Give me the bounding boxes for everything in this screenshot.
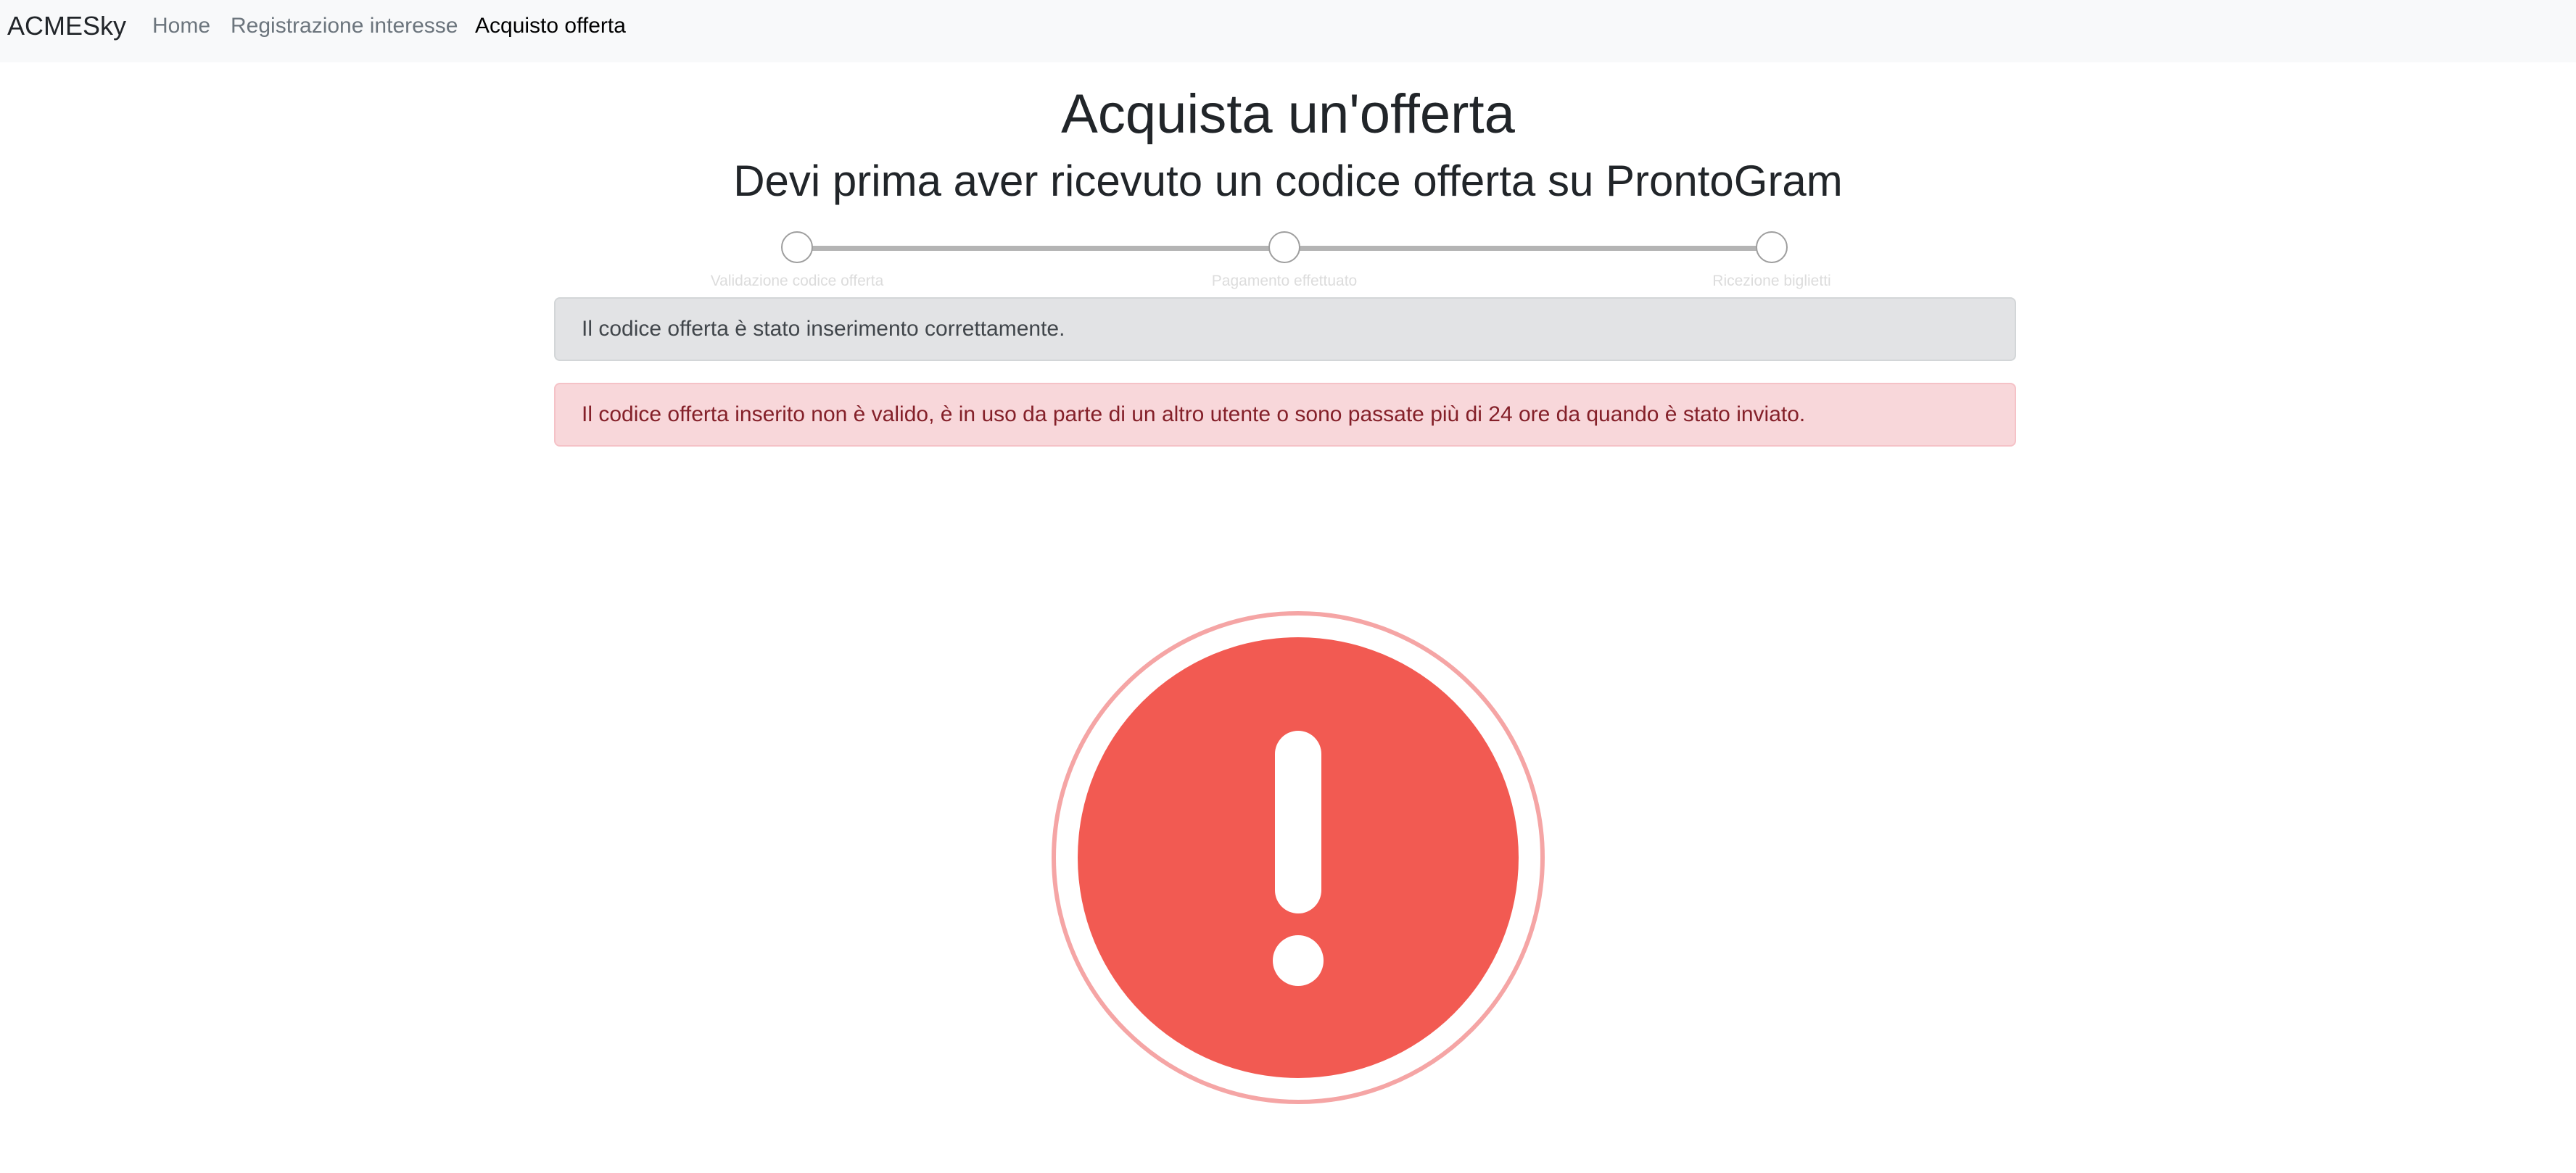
error-alert: Il codice offerta inserito non è valido,… [554, 383, 2016, 447]
exclamation-dot [1273, 935, 1324, 986]
stepper-connector [1284, 246, 1772, 251]
exclamation-icon [1052, 611, 1545, 1104]
exclamation-bar [1275, 731, 1321, 913]
info-alert: Il codice offerta è stato inserimento co… [554, 297, 2016, 361]
step-indicator-2 [1268, 231, 1300, 263]
nav-link-registrazione-interesse[interactable]: Registrazione interesse [231, 13, 458, 39]
page-subtitle: Devi prima aver ricevuto un codice offer… [733, 157, 1843, 205]
step-indicator-3 [1756, 231, 1788, 263]
step-label-ricezione: Ricezione biglietti [1712, 273, 1831, 289]
nav-link-acquisto-offerta[interactable]: Acquisto offerta [475, 13, 626, 39]
nav-link-home[interactable]: Home [152, 13, 210, 39]
step-indicator-1 [781, 231, 813, 263]
step-label-validazione: Validazione codice offerta [710, 273, 884, 289]
step-label-pagamento: Pagamento effettuato [1211, 273, 1358, 289]
stepper-connector [797, 246, 1284, 251]
brand-logo[interactable]: ACMESky [7, 10, 126, 42]
progress-stepper: Validazione codice offerta Pagamento eff… [0, 228, 2576, 294]
navbar: ACMESky Home Registrazione interesse Acq… [0, 0, 2576, 62]
page-title: Acquista un'offerta [1061, 83, 1515, 145]
